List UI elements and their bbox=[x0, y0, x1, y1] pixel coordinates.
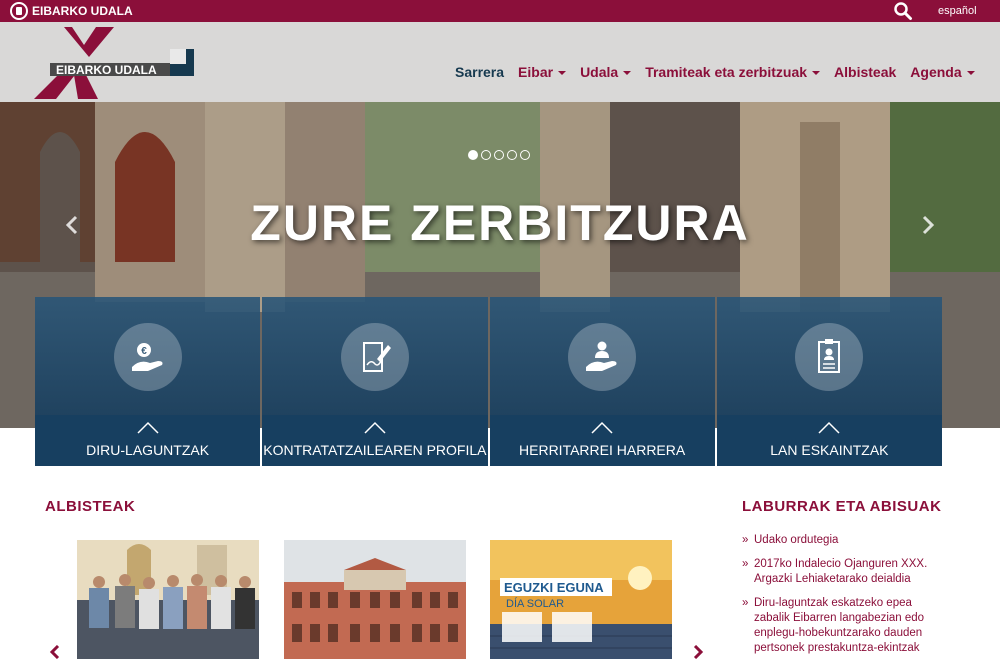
hand-money-icon: € bbox=[131, 343, 163, 371]
notice-item[interactable]: Diru-laguntzak eskatzeko epea zabalik Ei… bbox=[742, 596, 942, 656]
tile-label: LAN ESKAINTZAK bbox=[770, 442, 889, 458]
tile-label: KONTRATATZAILEAREN PROFILA bbox=[263, 442, 487, 458]
language-switch[interactable]: español bbox=[938, 5, 977, 17]
nav-label: Tramiteak eta zerbitzuak bbox=[645, 64, 808, 80]
news-section-title: ALBISTEAK bbox=[45, 498, 136, 515]
slide-dot[interactable] bbox=[481, 150, 491, 160]
hand-person-icon bbox=[586, 341, 617, 371]
chevron-up-icon bbox=[137, 421, 159, 434]
service-tiles: € DIRU-LAGUNTZAK KONTRATATZAILEAREN PROF… bbox=[35, 297, 942, 466]
poster-title: EGUZKI EGUNA bbox=[504, 580, 604, 595]
nav-item-tramiteak[interactable]: Tramiteak eta zerbitzuak bbox=[645, 64, 821, 80]
circle-badge: € bbox=[113, 323, 182, 391]
notice-item[interactable]: 2017ko Indalecio Ojanguren XXX. Argazki … bbox=[742, 557, 942, 587]
nav-item-agenda[interactable]: Agenda bbox=[910, 64, 975, 80]
top-bar: EIBARKO UDALA español bbox=[0, 0, 1000, 22]
nav-label: Sarrera bbox=[455, 64, 505, 80]
circle-badge bbox=[795, 323, 864, 391]
nav-item-albisteak[interactable]: Albisteak bbox=[834, 64, 896, 80]
slide-dot[interactable] bbox=[468, 150, 478, 160]
chevron-up-icon bbox=[591, 421, 613, 434]
tile-kontratatzailearen-profila[interactable]: KONTRATATZAILEAREN PROFILA bbox=[262, 297, 488, 466]
slide-dot[interactable] bbox=[520, 150, 530, 160]
document-pen-icon bbox=[362, 342, 391, 372]
tile-herritarrei-harrera[interactable]: HERRITARREI HARRERA bbox=[489, 297, 715, 466]
id-card-icon bbox=[818, 339, 841, 373]
city-seal-icon bbox=[10, 2, 28, 20]
nav-label: Eibar bbox=[518, 64, 554, 80]
svg-text:€: € bbox=[141, 346, 147, 357]
nav-item-eibar[interactable]: Eibar bbox=[518, 64, 567, 80]
top-brand-label: EIBARKO UDALA bbox=[32, 4, 133, 18]
news-image-solar-day-poster[interactable]: EGUZKI EGUNA DÍA SOLAR bbox=[490, 540, 672, 659]
circle-badge bbox=[568, 323, 637, 391]
nav-label: Albisteak bbox=[834, 64, 897, 80]
notice-item[interactable]: Udako ordutegia bbox=[742, 533, 942, 548]
tile-lan-eskaintzak[interactable]: LAN ESKAINTZAK bbox=[716, 297, 942, 466]
news-prev-icon[interactable] bbox=[48, 645, 62, 659]
nav-item-sarrera[interactable]: Sarrera bbox=[455, 64, 504, 80]
chevron-up-icon bbox=[818, 421, 840, 434]
news-next-icon[interactable] bbox=[691, 645, 705, 659]
tile-label: DIRU-LAGUNTZAK bbox=[86, 442, 210, 458]
tile-diru-laguntzak[interactable]: € DIRU-LAGUNTZAK bbox=[35, 297, 261, 466]
nav-label: Udala bbox=[580, 64, 619, 80]
hero-slogan: ZURE ZERBITZURA bbox=[250, 195, 750, 251]
slider-indicators bbox=[468, 150, 530, 160]
logo-text: EIBARKO UDALA bbox=[56, 63, 157, 77]
news-image-group-photo[interactable] bbox=[77, 540, 259, 659]
site-logo[interactable]: EIBARKO UDALA bbox=[34, 27, 204, 99]
slider-next-icon[interactable] bbox=[918, 214, 938, 236]
caret-down-icon bbox=[966, 71, 975, 75]
tile-label: HERRITARREI HARRERA bbox=[519, 442, 686, 458]
slider-prev-icon[interactable] bbox=[62, 214, 82, 236]
caret-down-icon bbox=[558, 71, 567, 75]
notices-section-title: LABURRAK ETA ABISUAK bbox=[742, 498, 942, 515]
notices-list: Udako ordutegia 2017ko Indalecio Ojangur… bbox=[742, 533, 942, 659]
search-icon[interactable] bbox=[893, 1, 913, 21]
poster-subtitle: DÍA SOLAR bbox=[506, 597, 564, 610]
news-image-building[interactable] bbox=[284, 540, 466, 659]
caret-down-icon bbox=[623, 71, 632, 75]
top-brand[interactable]: EIBARKO UDALA bbox=[10, 2, 133, 20]
caret-down-icon bbox=[812, 71, 821, 75]
circle-badge bbox=[340, 323, 409, 391]
nav-item-udala[interactable]: Udala bbox=[580, 64, 632, 80]
slide-dot[interactable] bbox=[494, 150, 504, 160]
main-nav: Sarrera Eibar Udala Tramiteak eta zerbit… bbox=[455, 64, 975, 80]
nav-label: Agenda bbox=[910, 64, 962, 80]
slide-dot[interactable] bbox=[507, 150, 517, 160]
chevron-up-icon bbox=[364, 421, 386, 434]
